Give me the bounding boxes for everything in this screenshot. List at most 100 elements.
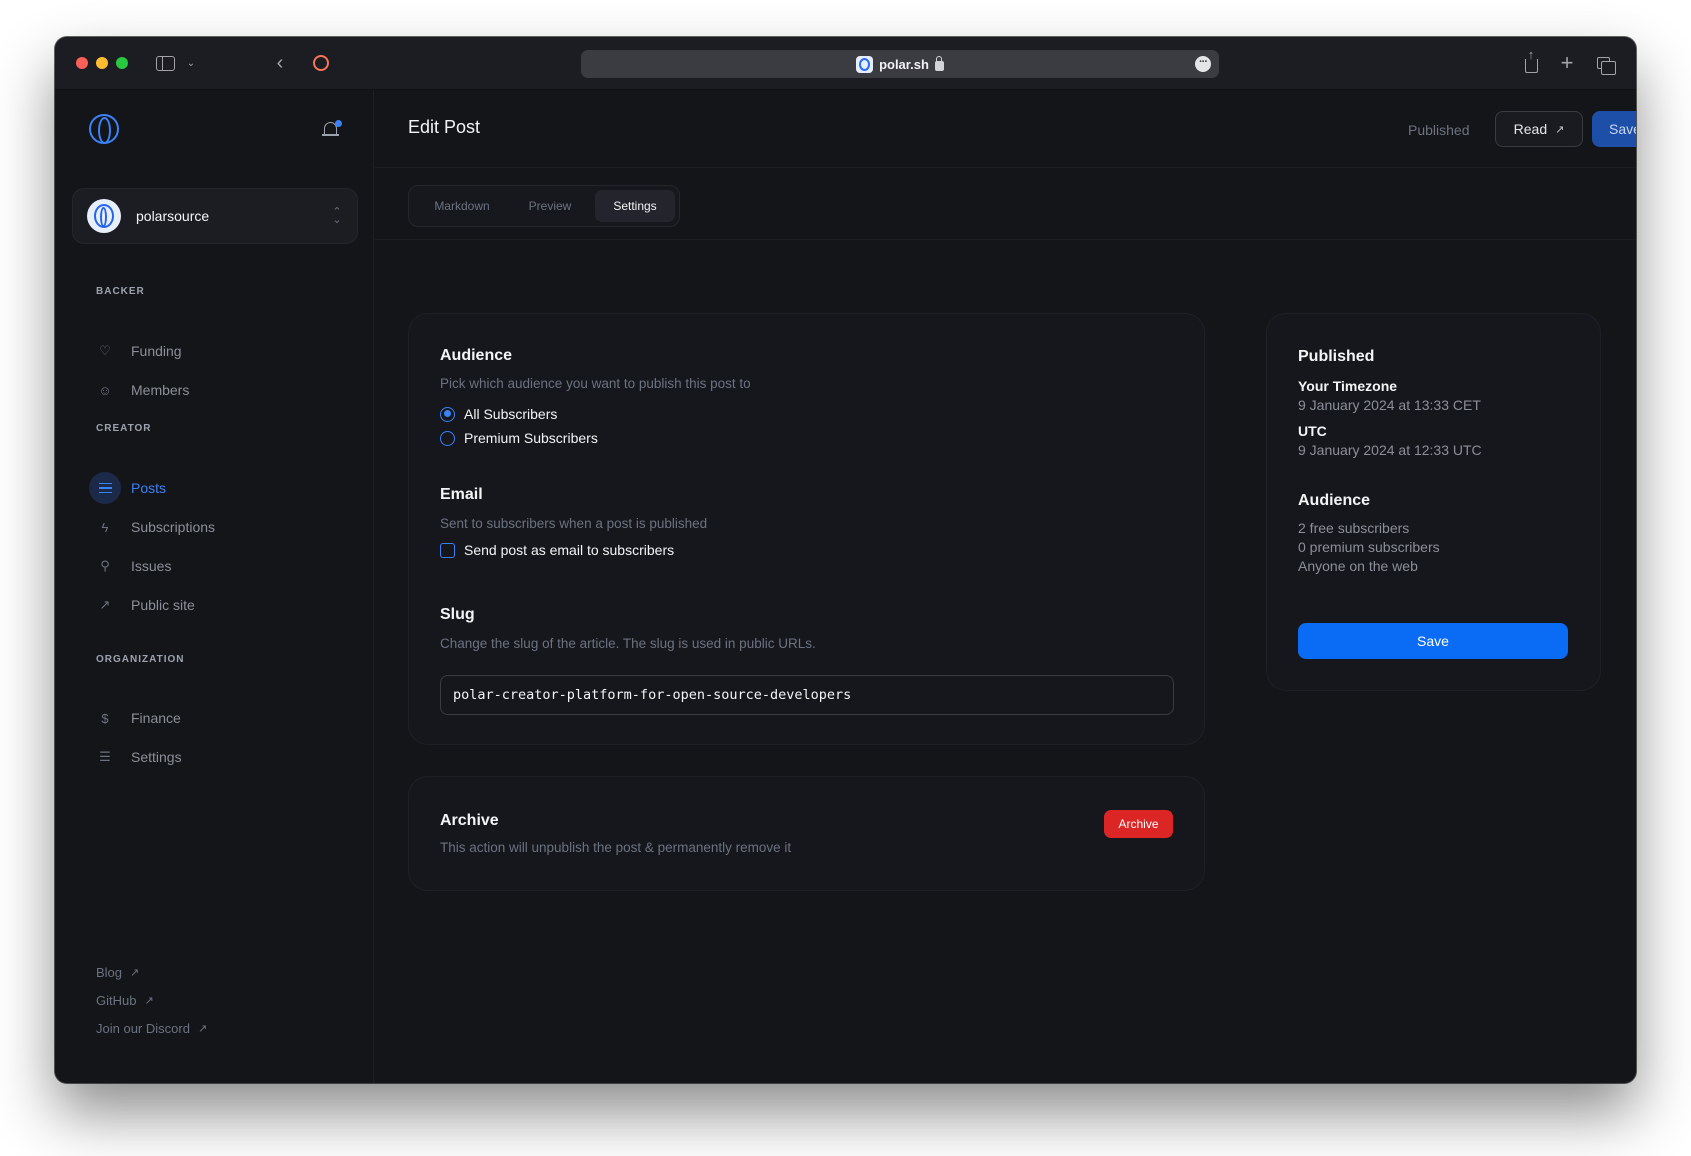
app: polarsource ⌃ ⌄ BACKER ♡ Funding ☺ Member… xyxy=(55,90,1636,1083)
archive-description: This action will unpublish the post & pe… xyxy=(440,840,792,855)
bolt-icon: ϟ xyxy=(101,519,109,535)
your-timezone-label: Your Timezone xyxy=(1298,378,1398,394)
chevron-up-down-icon: ⌃ ⌄ xyxy=(332,206,342,226)
browser-window: ⌄ ‹ polar.sh ··· + polarsource ⌃⌄ BACKER xyxy=(55,37,1636,1083)
stamp-icon: ⚲ xyxy=(100,558,110,573)
sidebar-item-issues[interactable]: ⚲ Issues xyxy=(89,550,349,582)
radio-all-subscribers[interactable] xyxy=(440,406,455,422)
polar-logo-icon[interactable] xyxy=(89,114,119,144)
utc-value: 9 January 2024 at 12:33 UTC xyxy=(1298,442,1482,458)
send-email-option[interactable]: Send post as email to subscribers xyxy=(440,542,674,558)
read-button[interactable]: Read ↗ xyxy=(1495,111,1583,147)
main-content: Edit Post Published Read ↗ Save Markdown… xyxy=(375,90,1636,1083)
tab-settings[interactable]: Settings xyxy=(595,190,675,222)
sidebar-item-label: Settings xyxy=(131,749,182,765)
email-title: Email xyxy=(440,486,483,503)
sidebar-item-label: Finance xyxy=(131,710,181,726)
heart-icon: ♡ xyxy=(99,343,111,358)
footer-link-blog[interactable]: Blog ↗ xyxy=(96,965,139,980)
sidebar-item-funding[interactable]: ♡ Funding xyxy=(89,335,349,367)
utc-label: UTC xyxy=(1298,423,1327,439)
post-settings-card: Audience Pick which audience you want to… xyxy=(408,313,1205,745)
sidebar-item-members[interactable]: ☺ Members xyxy=(89,374,349,406)
audience-summary-title: Audience xyxy=(1298,492,1371,509)
status-label: Published xyxy=(1408,122,1470,138)
arrow-up-right-icon: ↗ xyxy=(144,995,154,1007)
publish-info-card: Published Your Timezone 9 January 2024 a… xyxy=(1266,313,1601,691)
sidebar-item-posts[interactable]: Posts xyxy=(89,472,349,504)
audience-summary-line: 0 premium subscribers xyxy=(1298,539,1440,555)
published-title: Published xyxy=(1298,348,1375,365)
slug-title: Slug xyxy=(440,606,475,623)
page-title: Edit Post xyxy=(408,117,481,137)
back-icon[interactable]: ‹ xyxy=(270,52,290,74)
sidebar-toggle-icon[interactable] xyxy=(154,52,176,74)
org-avatar xyxy=(87,199,121,233)
send-email-checkbox[interactable] xyxy=(440,542,455,558)
new-tab-icon[interactable]: + xyxy=(1557,50,1577,75)
tab-preview[interactable]: Preview xyxy=(511,190,589,222)
minimize-window-button[interactable] xyxy=(96,57,108,69)
section-label-organization: ORGANIZATION xyxy=(96,654,185,665)
radio-premium-subscribers[interactable] xyxy=(440,430,455,446)
org-name: polarsource xyxy=(136,208,210,224)
footer-link-github[interactable]: GitHub ↗ xyxy=(96,993,154,1008)
window-controls xyxy=(76,57,128,69)
sidebar-item-public-site[interactable]: ↗ Public site xyxy=(89,589,349,621)
arrow-up-right-icon: ↗ xyxy=(99,597,111,612)
page-header: Edit Post Published Read ↗ Save xyxy=(375,90,1636,168)
arrow-up-right-icon: ↗ xyxy=(130,967,140,979)
audience-option-all[interactable]: All Subscribers xyxy=(440,406,557,422)
sidebar-item-settings[interactable]: ☰ Settings xyxy=(89,741,349,773)
section-label-backer: BACKER xyxy=(96,286,145,297)
zoom-window-button[interactable] xyxy=(116,57,128,69)
address-bar[interactable]: polar.sh ··· xyxy=(581,50,1219,78)
radio-label: Premium Subscribers xyxy=(464,430,598,446)
audience-summary-line: 2 free subscribers xyxy=(1298,520,1410,536)
archive-card: Archive This action will unpublish the p… xyxy=(408,776,1205,891)
notification-dot xyxy=(335,120,342,127)
audience-option-premium[interactable]: Premium Subscribers xyxy=(440,430,598,446)
org-switcher[interactable]: polarsource ⌃ ⌄ xyxy=(72,188,358,244)
share-icon[interactable] xyxy=(1521,47,1541,74)
notifications-bell-icon[interactable] xyxy=(322,120,342,138)
footer-link-label: GitHub xyxy=(96,993,137,1008)
chevron-down-icon[interactable]: ⌄ xyxy=(183,52,199,74)
sidebar-item-label: Members xyxy=(131,382,190,398)
footer-link-label: Join our Discord xyxy=(96,1021,190,1036)
sidebar-item-label: Issues xyxy=(131,558,172,574)
tabbar-area: Markdown Preview Settings xyxy=(375,168,1636,240)
audience-title: Audience xyxy=(440,347,513,364)
face-icon: ☺ xyxy=(98,382,112,398)
section-label-creator: CREATOR xyxy=(96,423,152,434)
slug-input[interactable]: polar-creator-platform-for-open-source-d… xyxy=(440,675,1174,715)
tab-markdown[interactable]: Markdown xyxy=(413,190,511,222)
sidebar-item-label: Subscriptions xyxy=(131,519,216,535)
footer-link-discord[interactable]: Join our Discord ↗ xyxy=(96,1021,207,1036)
archive-button[interactable]: Archive xyxy=(1104,810,1173,838)
more-icon[interactable]: ··· xyxy=(1195,56,1211,72)
save-button[interactable]: Save xyxy=(1592,111,1636,147)
sidebar-item-subscriptions[interactable]: ϟ Subscriptions xyxy=(89,511,349,543)
audience-summary-line: Anyone on the web xyxy=(1298,558,1418,574)
browser-toolbar: ⌄ ‹ polar.sh ··· + xyxy=(55,37,1636,90)
tabs-overview-icon[interactable] xyxy=(1592,52,1616,75)
lock-icon xyxy=(934,55,944,71)
email-description: Sent to subscribers when a post is publi… xyxy=(440,516,708,531)
dollar-icon: $ xyxy=(101,710,109,726)
save-settings-button[interactable]: Save xyxy=(1298,623,1568,659)
editor-tabs: Markdown Preview Settings xyxy=(408,185,680,227)
footer-link-label: Blog xyxy=(96,965,123,980)
close-window-button[interactable] xyxy=(76,57,88,69)
extension-icon[interactable] xyxy=(310,52,332,74)
arrow-up-right-icon: ↗ xyxy=(1555,123,1565,136)
posts-icon xyxy=(89,472,121,504)
sidebar-item-finance[interactable]: $ Finance xyxy=(89,702,349,734)
your-timezone-value: 9 January 2024 at 13:33 CET xyxy=(1298,397,1481,413)
sidebar-item-label: Posts xyxy=(131,480,167,496)
arrow-up-right-icon: ↗ xyxy=(197,1023,208,1035)
archive-title: Archive xyxy=(440,812,499,829)
site-favicon xyxy=(856,55,874,73)
sidebar-item-label: Public site xyxy=(131,597,195,613)
sliders-icon: ☰ xyxy=(99,749,111,764)
